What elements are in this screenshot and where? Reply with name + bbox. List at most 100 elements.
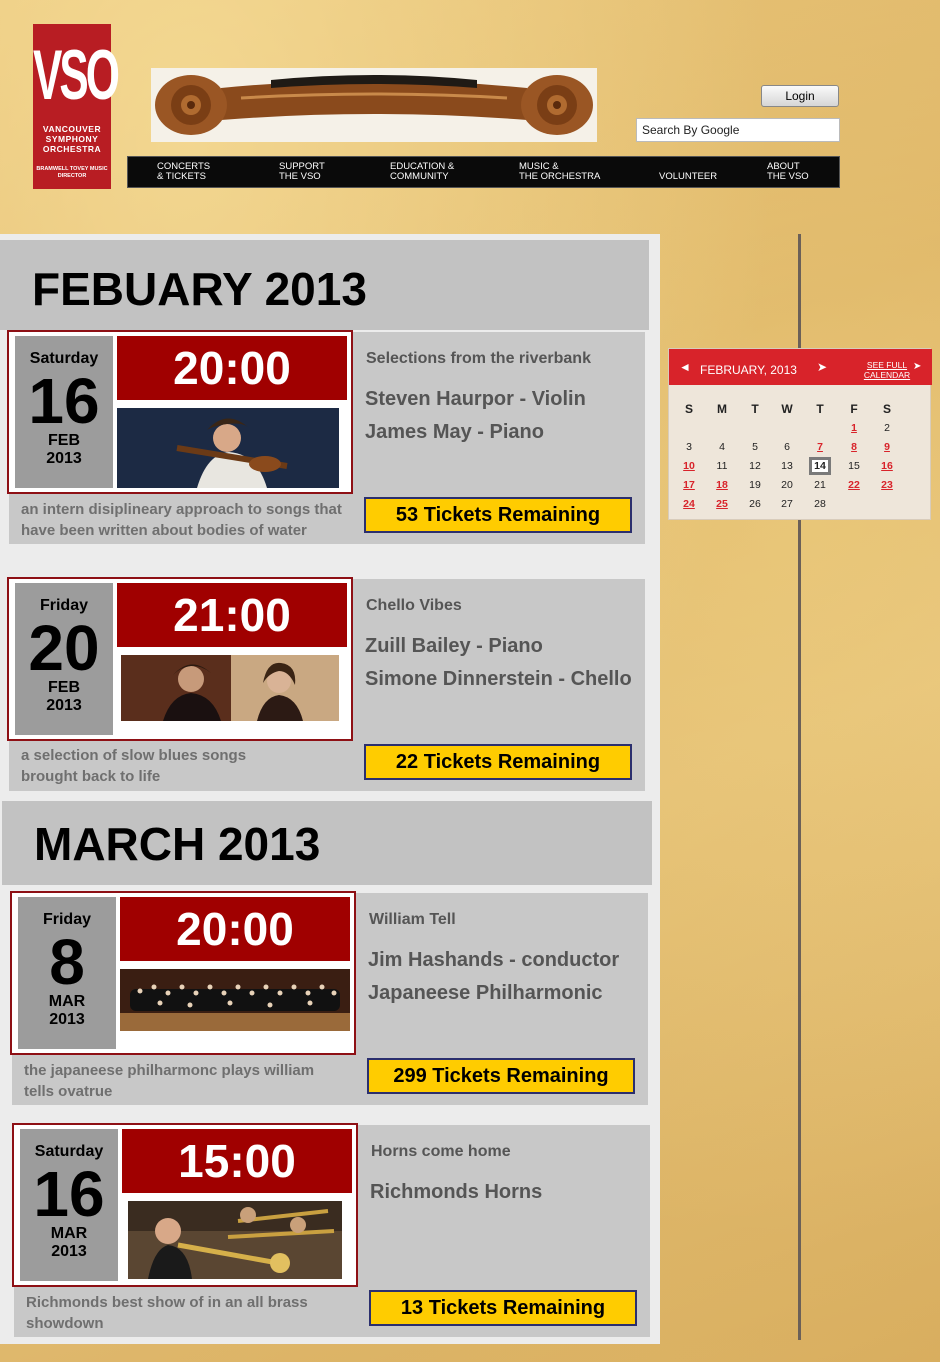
event-card[interactable]: Saturday 16 FEB 2013 20:00 Selections fr… (7, 330, 645, 544)
nav-music-orchestra[interactable]: MUSIC & THE ORCHESTRA (519, 162, 600, 182)
calendar-day: 21 (814, 479, 826, 491)
calendar-day[interactable]: 17 (678, 476, 700, 494)
event-card[interactable]: Friday 8 MAR 2013 20:00 William Tell Jim… (10, 891, 648, 1105)
calendar-next-arrow-icon[interactable]: ➤ (817, 360, 827, 374)
calendar-day: 20 (781, 479, 793, 491)
tickets-remaining-button[interactable]: 22 Tickets Remaining (364, 744, 632, 780)
event-day: 16 (33, 1158, 105, 1230)
event-title[interactable]: Horns come home (371, 1143, 511, 1161)
event-card[interactable]: Saturday 16 MAR 2013 15:00 Horns come ho… (12, 1123, 650, 1337)
event-photo-orchestra[interactable] (120, 969, 350, 1031)
event-date: Friday 8 MAR 2013 (18, 897, 116, 1049)
tickets-remaining-button[interactable]: 299 Tickets Remaining (367, 1058, 635, 1094)
event-performer: Richmonds Horns (370, 1181, 543, 1203)
logo-mark: VSO (33, 36, 120, 115)
logo-subtitle: BRAMWELL TOVEY MUSIC DIRECTOR (36, 166, 108, 179)
mini-calendar: ◄ FEBRUARY, 2013 ➤ SEE FULL CALENDAR ➤ S… (668, 348, 932, 520)
login-button[interactable]: Login (761, 85, 839, 107)
logo-name: VANCOUVER SYMPHONY ORCHESTRA (42, 124, 102, 154)
calendar-day[interactable]: 18 (711, 476, 733, 494)
tickets-remaining-button[interactable]: 13 Tickets Remaining (369, 1290, 637, 1326)
event-performer: James May - Piano (365, 421, 544, 443)
see-full-calendar-arrow-icon[interactable]: ➤ (913, 361, 921, 372)
calendar-day[interactable]: 23 (876, 476, 898, 494)
calendar-day[interactable]: 24 (678, 495, 700, 513)
event-performer: Zuill Bailey - Piano (365, 635, 543, 657)
event-date-block: Saturday 16 MAR 2013 15:00 (12, 1123, 358, 1287)
main-nav: CONCERTS & TICKETS SUPPORT THE VSO EDUCA… (127, 156, 840, 188)
calendar-day[interactable]: 8 (843, 438, 865, 456)
event-month: MAR (48, 993, 86, 1010)
event-title[interactable]: Chello Vibes (366, 597, 462, 615)
event-performer: Steven Haurpor - Violin (365, 388, 586, 410)
calendar-day: 4 (719, 441, 725, 453)
month-header: MARCH 2013 (2, 801, 652, 885)
nav-about[interactable]: ABOUT THE VSO (767, 162, 809, 182)
calendar-day[interactable]: 9 (876, 438, 898, 456)
calendar-weekday-header: W (781, 402, 793, 416)
vso-logo[interactable]: VSO VANCOUVER SYMPHONY ORCHESTRA BRAMWEL… (33, 24, 120, 189)
event-day: 20 (28, 612, 100, 684)
calendar-day: 26 (749, 498, 761, 510)
violin-scroll-banner (151, 68, 597, 142)
calendar-day: 13 (781, 460, 793, 472)
event-time: 20:00 (120, 897, 350, 961)
nav-education-community[interactable]: EDUCATION & COMMUNITY (390, 162, 454, 182)
calendar-month-label: FEBRUARY, 2013 (700, 363, 797, 377)
calendar-day-today: 14 (809, 457, 831, 475)
nav-support[interactable]: SUPPORT THE VSO (279, 162, 325, 182)
calendar-header: ◄ FEBRUARY, 2013 ➤ SEE FULL CALENDAR ➤ (669, 349, 932, 385)
calendar-day: 12 (749, 460, 761, 472)
event-date-block: Friday 20 FEB 2013 21:00 (7, 577, 353, 741)
calendar-weekday-header: S (684, 402, 693, 416)
month-title: FEBUARY 2013 (32, 263, 367, 315)
calendar-day[interactable]: 16 (876, 457, 898, 475)
calendar-day[interactable]: 7 (809, 438, 831, 456)
calendar-prev-arrow-icon[interactable]: ◄ (679, 360, 691, 374)
calendar-day[interactable]: 10 (678, 457, 700, 475)
event-photo-duo[interactable] (121, 655, 339, 721)
calendar-day: 5 (752, 441, 758, 453)
event-performer: Japaneese Philharmonic (368, 982, 603, 1004)
event-description: Richmonds best show of in an all brass s… (26, 1294, 308, 1332)
event-card[interactable]: Friday 20 FEB 2013 21:00 Chello Vibes Zu… (7, 577, 645, 791)
event-date: Saturday 16 MAR 2013 (20, 1129, 118, 1281)
calendar-day: 27 (781, 498, 793, 510)
month-title: MARCH 2013 (34, 818, 321, 870)
event-time: 20:00 (117, 336, 347, 400)
event-year: 2013 (49, 1011, 85, 1028)
calendar-day[interactable]: 22 (843, 476, 865, 494)
calendar-day[interactable]: 25 (711, 495, 733, 513)
event-photo-brass[interactable] (128, 1201, 342, 1279)
tickets-remaining-button[interactable]: 53 Tickets Remaining (364, 497, 632, 533)
event-date: Friday 20 FEB 2013 (15, 583, 113, 735)
calendar-day[interactable]: 1 (843, 419, 865, 437)
nav-volunteer[interactable]: VOLUNTEER (659, 172, 717, 182)
event-time: 15:00 (122, 1129, 352, 1193)
event-day: 16 (28, 365, 100, 437)
search-input[interactable]: Search By Google (636, 118, 840, 142)
event-date: Saturday 16 FEB 2013 (15, 336, 113, 488)
event-date-block: Friday 8 MAR 2013 20:00 (10, 891, 356, 1055)
event-year: 2013 (51, 1243, 87, 1260)
event-performer: Jim Hashands - conductor (368, 949, 620, 971)
event-year: 2013 (46, 697, 82, 714)
event-title[interactable]: Selections from the riverbank (366, 350, 591, 368)
nav-concerts-tickets[interactable]: CONCERTS & TICKETS (157, 162, 210, 182)
event-description: an intern disiplineary approach to songs… (21, 501, 342, 539)
event-year: 2013 (46, 450, 82, 467)
calendar-weekday-header: S (882, 402, 891, 416)
month-header: FEBUARY 2013 (0, 240, 649, 330)
event-photo-violinist[interactable] (117, 408, 339, 488)
calendar-weekday-header: T (816, 402, 824, 416)
calendar-day: 11 (716, 460, 728, 472)
event-day: 8 (49, 926, 85, 998)
event-time: 21:00 (117, 583, 347, 647)
calendar-day: 6 (784, 441, 790, 453)
event-performer: Simone Dinnerstein - Chello (365, 668, 632, 690)
see-full-calendar-link[interactable]: SEE FULL CALENDAR (857, 360, 917, 380)
calendar-day: 15 (848, 460, 860, 472)
event-title[interactable]: William Tell (369, 911, 456, 929)
event-date-block: Saturday 16 FEB 2013 20:00 (7, 330, 353, 494)
calendar-weekday-header: M (717, 402, 727, 416)
